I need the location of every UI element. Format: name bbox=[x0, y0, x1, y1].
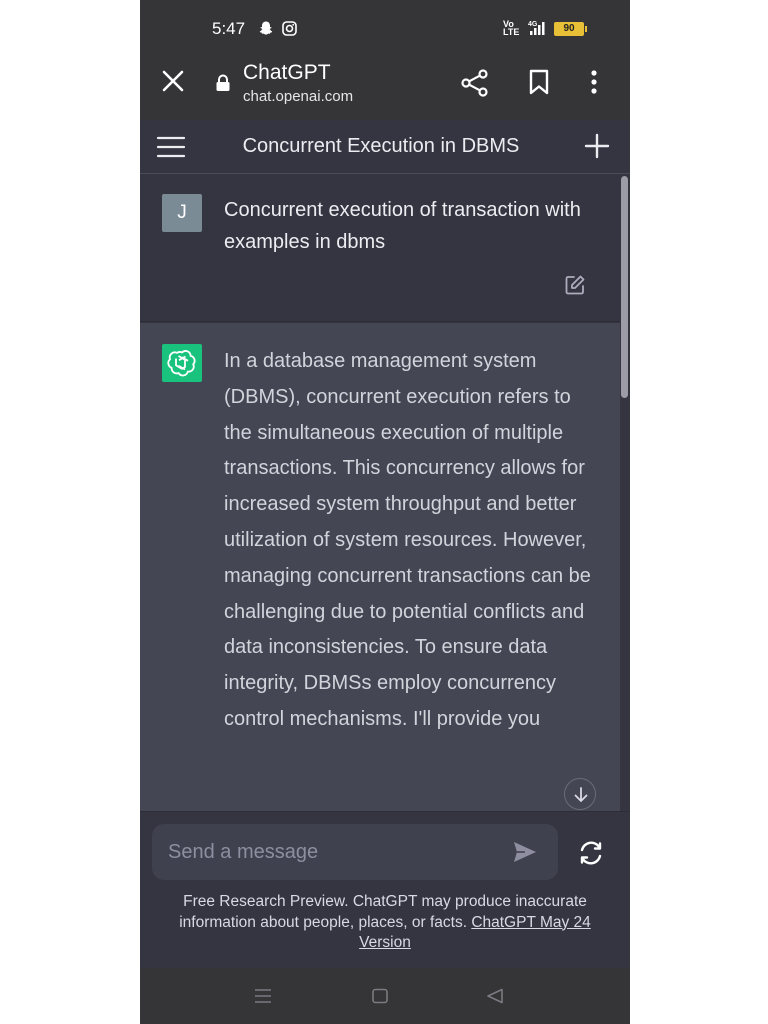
chat-title: Concurrent Execution in DBMS bbox=[242, 135, 520, 157]
home-icon[interactable] bbox=[371, 988, 389, 1009]
browser-toolbar: ChatGPT chat.openai.com bbox=[140, 56, 630, 120]
volte-label: Vo LTE bbox=[503, 19, 520, 37]
user-avatar: J bbox=[162, 194, 202, 232]
snapchat-icon bbox=[258, 20, 274, 41]
scroll-to-bottom-button[interactable] bbox=[564, 778, 596, 810]
back-icon[interactable] bbox=[486, 988, 504, 1009]
site-title[interactable]: ChatGPT bbox=[243, 61, 331, 85]
refresh-icon[interactable] bbox=[578, 840, 604, 871]
user-message: J Concurrent execution of transaction wi… bbox=[140, 174, 620, 322]
assistant-message-text: In a database management system (DBMS), … bbox=[224, 350, 591, 730]
assistant-avatar bbox=[162, 344, 202, 382]
chat-header: Concurrent Execution in DBMS bbox=[140, 120, 630, 174]
site-url[interactable]: chat.openai.com bbox=[243, 88, 353, 105]
scrollbar-thumb[interactable] bbox=[621, 176, 628, 398]
recent-apps-icon[interactable] bbox=[254, 988, 272, 1009]
send-icon[interactable] bbox=[512, 840, 538, 869]
more-vert-icon[interactable] bbox=[588, 68, 600, 101]
status-time: 5:47 bbox=[212, 19, 246, 38]
phone-screen: 5:47 Vo LTE 4G 90 ChatGPT chat.openai.co… bbox=[140, 0, 630, 1024]
bookmark-icon[interactable] bbox=[526, 68, 552, 101]
status-bar: 5:47 Vo LTE 4G 90 bbox=[140, 0, 630, 56]
disclaimer-footer: Free Research Preview. ChatGPT may produ… bbox=[154, 892, 616, 954]
system-nav-bar bbox=[140, 968, 630, 1024]
instagram-icon bbox=[282, 21, 297, 41]
svg-text:4G: 4G bbox=[528, 21, 538, 28]
battery-indicator: 90 bbox=[554, 22, 587, 36]
edit-icon[interactable] bbox=[564, 274, 586, 301]
message-input[interactable] bbox=[168, 836, 488, 868]
signal-icon: 4G bbox=[528, 20, 548, 41]
message-input-box[interactable] bbox=[152, 824, 558, 880]
share-icon[interactable] bbox=[460, 68, 490, 103]
plus-icon[interactable] bbox=[584, 133, 610, 164]
close-icon[interactable] bbox=[160, 68, 186, 94]
composer-area: Free Research Preview. ChatGPT may produ… bbox=[140, 811, 630, 968]
user-message-text: Concurrent execution of transaction with… bbox=[224, 199, 581, 253]
assistant-message: In a database management system (DBMS), … bbox=[140, 323, 620, 811]
lock-icon[interactable] bbox=[215, 74, 231, 97]
